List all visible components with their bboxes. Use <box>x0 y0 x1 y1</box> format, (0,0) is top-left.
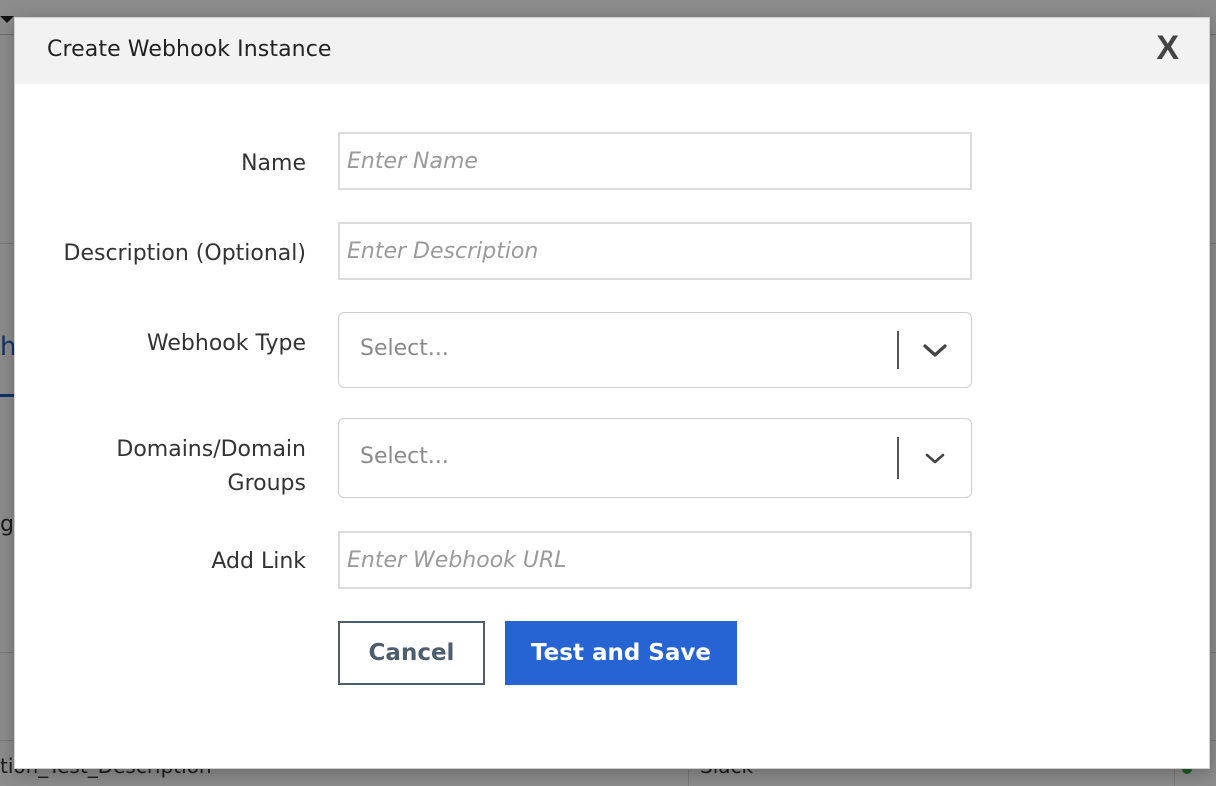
modal-header: Create Webhook Instance X <box>15 18 1209 84</box>
chevron-down-icon[interactable] <box>923 344 947 358</box>
webhook-type-label: Webhook Type <box>146 331 306 356</box>
webhook-url-input[interactable] <box>338 531 972 589</box>
select-separator <box>897 331 899 369</box>
cancel-button[interactable]: Cancel <box>338 621 485 685</box>
webhook-type-value: Select... <box>360 336 449 361</box>
description-label: Description (Optional) <box>63 241 306 266</box>
domains-value: Select... <box>360 444 449 469</box>
description-input[interactable] <box>338 222 972 280</box>
test-and-save-button[interactable]: Test and Save <box>505 621 737 685</box>
name-label: Name <box>241 151 306 176</box>
domains-label: Domains/Domain Groups <box>116 433 306 501</box>
select-separator <box>897 437 899 479</box>
add-link-label: Add Link <box>211 549 306 574</box>
domains-label-line2: Groups <box>227 471 306 496</box>
chevron-down-icon[interactable] <box>923 452 947 466</box>
domains-select[interactable]: Select... <box>338 418 972 498</box>
modal-title: Create Webhook Instance <box>47 37 332 62</box>
close-icon[interactable]: X <box>1156 29 1179 68</box>
webhook-type-select[interactable]: Select... <box>338 312 972 388</box>
domains-label-line1: Domains/Domain <box>116 437 306 462</box>
name-input[interactable] <box>338 132 972 190</box>
create-webhook-modal: Create Webhook Instance X Name Descripti… <box>14 17 1210 769</box>
